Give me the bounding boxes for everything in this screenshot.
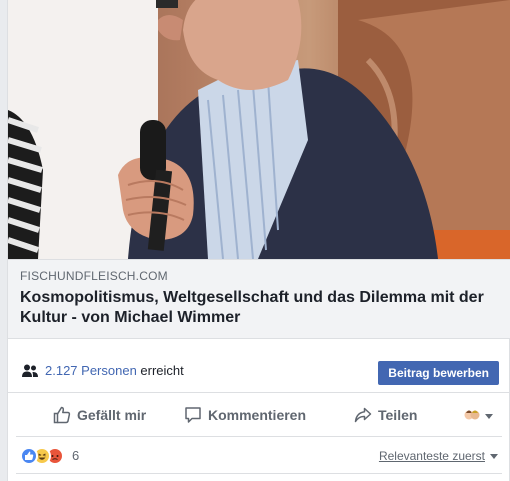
audience-avatars-icon — [464, 410, 493, 420]
reaction-count[interactable]: 6 — [72, 448, 79, 464]
link-preview-image[interactable] — [8, 0, 510, 259]
thumbs-up-icon — [53, 406, 71, 424]
link-domain: FISCHUNDFLEISCH.COM — [20, 269, 168, 283]
reach-count-link[interactable]: 2.127 Personen — [45, 363, 137, 378]
reactions-row: 6 Relevanteste zuerst — [8, 437, 510, 473]
comment-button[interactable]: Kommentieren — [184, 405, 306, 425]
like-icon — [20, 447, 38, 465]
like-label: Gefällt mir — [77, 407, 147, 423]
divider — [16, 473, 502, 474]
comment-label: Kommentieren — [208, 407, 307, 423]
post-card: FISCHUNDFLEISCH.COM Kosmopolitismus, Wel… — [7, 0, 510, 481]
comment-icon — [185, 407, 201, 423]
share-label: Teilen — [378, 407, 418, 423]
comment-sort-dropdown[interactable]: Relevanteste zuerst — [379, 448, 498, 464]
link-preview-meta[interactable]: FISCHUNDFLEISCH.COM Kosmopolitismus, Wel… — [8, 259, 510, 339]
share-button[interactable]: Teilen — [354, 405, 417, 425]
caret-down-icon — [490, 453, 498, 459]
share-icon — [354, 407, 372, 423]
like-button[interactable]: Gefällt mir — [53, 405, 146, 425]
reach-text: 2.127 Personen erreicht — [45, 363, 184, 379]
link-title[interactable]: Kosmopolitismus, Weltgesellschaft und da… — [20, 288, 490, 328]
reaction-icons[interactable] — [20, 447, 76, 465]
action-bar: Gefällt mir Kommentieren Teilen — [16, 393, 502, 437]
boost-post-button[interactable]: Beitrag bewerben — [378, 361, 499, 385]
reach-label: erreicht — [136, 363, 184, 378]
people-icon — [22, 364, 38, 377]
speaker-photo — [8, 0, 510, 259]
sort-label: Relevanteste zuerst — [378, 449, 485, 463]
audience-selector[interactable] — [464, 406, 500, 426]
reach-row: 2.127 Personen erreicht Beitrag bewerben — [8, 349, 510, 393]
